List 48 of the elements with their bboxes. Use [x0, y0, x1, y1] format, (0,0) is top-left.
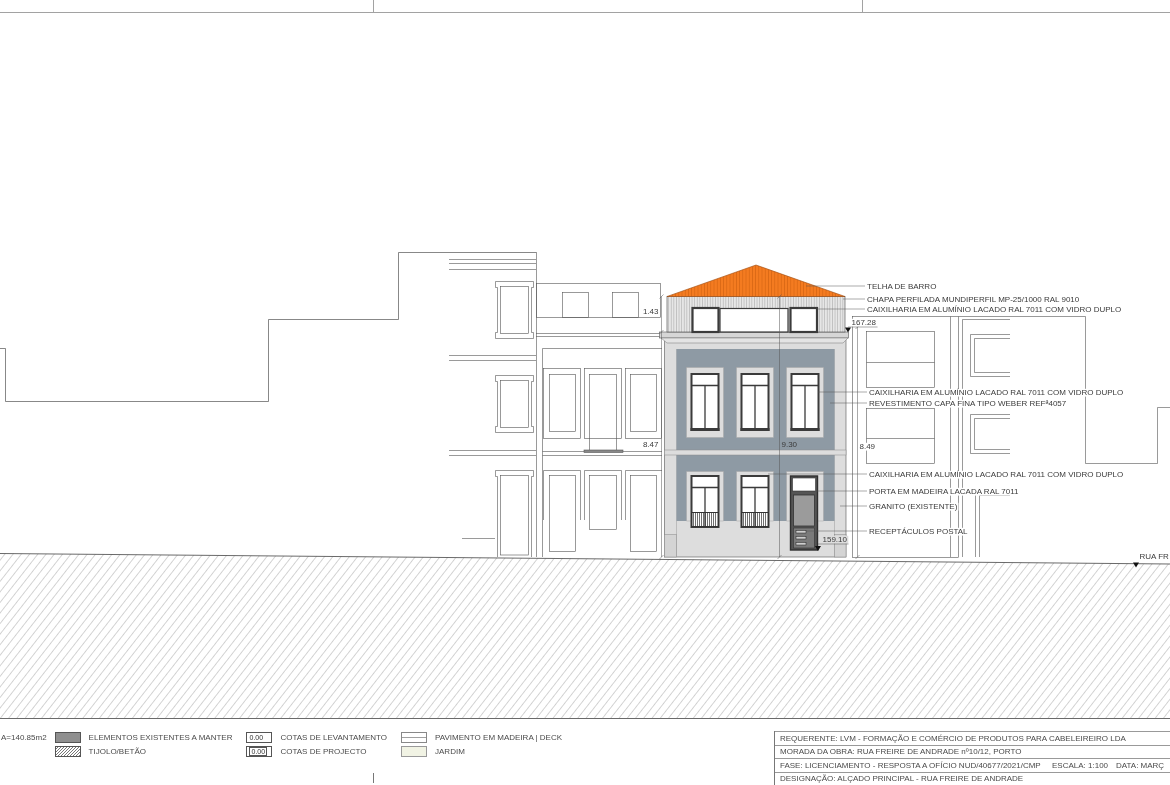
annotation-label: GRANITO (EXISTENTE): [869, 502, 958, 511]
street-label: RUA FR: [1139, 552, 1169, 561]
annotation-label: RECEPTÁCULOS POSTAL: [869, 527, 968, 536]
level-label: 167.28: [851, 318, 876, 327]
mail-slot: [795, 530, 807, 534]
level-marker-icon: [845, 327, 851, 333]
mail-slot: [795, 536, 807, 540]
legend-label: PAVIMENTO EM MADEIRA | DECK: [435, 732, 563, 742]
legend-label: TIJOLO/BETÃO: [88, 746, 146, 756]
leader-line: [842, 298, 866, 300]
title-block-text: MORADA DA OBRA: RUA FREIRE DE ANDRADE nº10/12, PORTO: [780, 747, 1022, 757]
leader-line: [816, 308, 866, 310]
deck-swatch-icon: [401, 731, 428, 743]
dimension-label: 1.43: [642, 307, 659, 316]
dimension-label: 9.30: [781, 440, 798, 449]
garden-swatch-icon: [401, 745, 428, 757]
annotation-label: CAIXILHARIA EM ALUMÍNIO LACADO RAL 7011 COM VIDRO DUPLO: [869, 388, 1124, 397]
level-label: 159.10: [822, 535, 847, 544]
dimension-label: 8.47: [642, 440, 659, 449]
title-block-text: FASE: LICENCIAMENTO - RESPOSTA A OFÍCIO NUD/40677/2021/CMP: [780, 760, 1042, 770]
solid-swatch-icon: [54, 731, 81, 743]
annotation-label: REVESTIMENTO CAPA FINA TIPO WEBER REFª4057: [869, 399, 1067, 408]
level-marker-icon: [1133, 562, 1139, 568]
annotation-label: CAIXILHARIA EM ALUMÍNIO LACADO RAL 7011 COM VIDRO DUPLO: [867, 305, 1122, 314]
title-block-text: REQUERENTE: LVM - FORMAÇÃO E COMÉRCIO DE PRODUTOS PARA CABELEIREIRO LDA: [780, 733, 1126, 743]
leader-line: [805, 285, 866, 287]
window: [690, 373, 720, 431]
title-block-text: ESCALA: 1:100: [1052, 760, 1110, 770]
window: [740, 475, 770, 528]
dimension-label: 8.49: [859, 442, 876, 451]
annotation-label: TELHA DE BARRO: [867, 282, 937, 291]
title-block-text: DESIGNAÇÃO: ALÇADO PRINCIPAL - RUA FREIRE DE ANDRADE: [780, 774, 1024, 784]
legend-label: COTAS DE LEVANTAMENTO: [280, 732, 388, 742]
annotation-label: CAIXILHARIA EM ALUMÍNIO LACADO RAL 7011 COM VIDRO DUPLO: [869, 470, 1124, 479]
window: [740, 373, 770, 431]
annotation-label: CHAPA PERFILADA MUNDIPERFIL MP-25/1000 RAL 9010: [867, 295, 1080, 304]
legend-label: JARDIM: [435, 746, 465, 756]
annotation-label: PORTA EM MADEIRA LACADA RAL 7011: [869, 487, 1019, 496]
window: [690, 475, 720, 528]
legend-label: COTAS DE PROJECTO: [280, 746, 367, 756]
area-label: A=140.85m2: [1, 733, 47, 742]
level-line: [847, 326, 878, 328]
title-block-text: DATA: MARÇ: [1116, 760, 1165, 770]
hatch-swatch-icon: [54, 745, 81, 757]
mail-slot: [795, 542, 807, 546]
legend-label: ELEMENTOS EXISTENTES A MANTER: [88, 732, 233, 742]
level-marker-icon: [815, 546, 821, 551]
window: [790, 373, 820, 431]
